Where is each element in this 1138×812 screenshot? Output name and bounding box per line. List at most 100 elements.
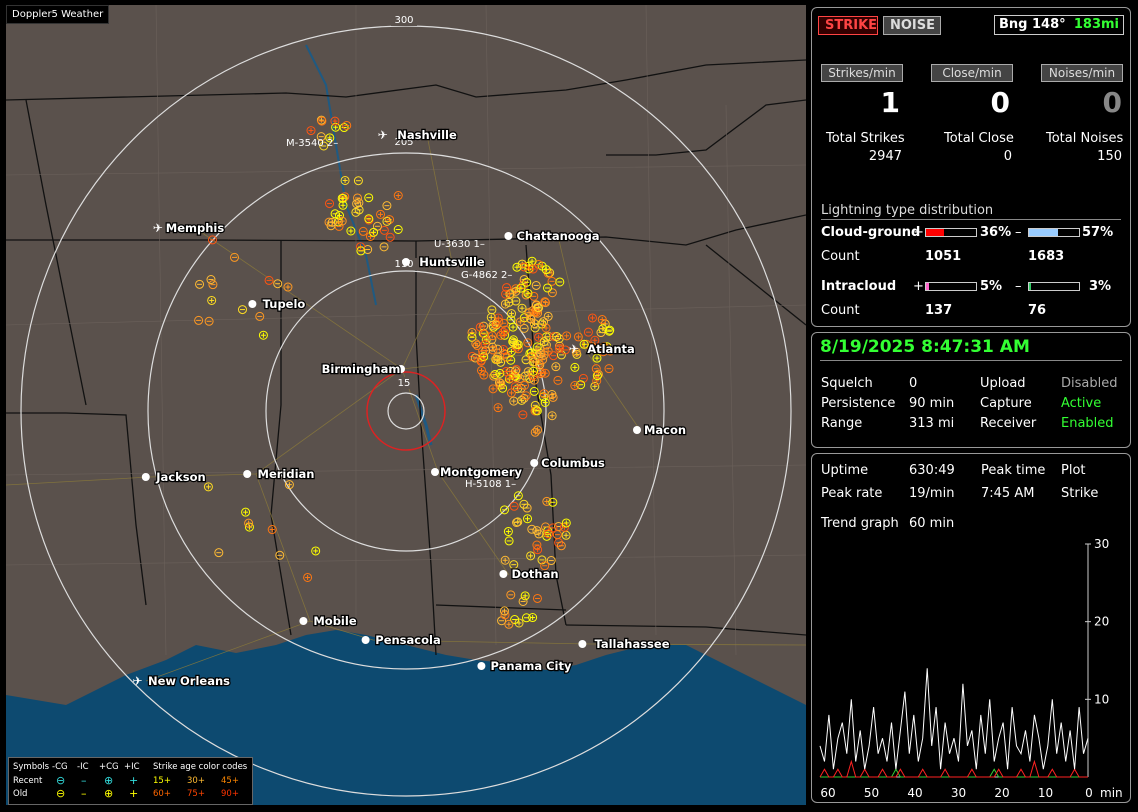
age-15: 15+	[153, 776, 171, 786]
distance-value: 183mi	[1073, 17, 1119, 32]
airport-icon: ✈	[132, 674, 142, 688]
persistence-label: Persistence	[821, 396, 896, 411]
age-90: 90+	[221, 789, 239, 799]
peak-rate-label: Peak rate	[821, 486, 883, 501]
city-marker: Birmingham	[320, 361, 405, 377]
strikes-per-min-label: Strikes/min	[821, 64, 903, 82]
city-dot-icon	[299, 617, 308, 625]
city-name: Huntsville	[419, 255, 485, 269]
city-marker: ✈ Atlanta	[569, 341, 636, 358]
trend-x-tick-label: 0	[1085, 786, 1093, 800]
city-name: Mobile	[313, 614, 356, 628]
trend-graph-value: 60 min	[909, 516, 955, 531]
peak-time-label: Peak time	[981, 463, 1046, 478]
city-marker: Montgomery	[431, 464, 524, 480]
noises-per-min-label: Noises/min	[1041, 64, 1123, 82]
city-dot-icon	[530, 459, 539, 467]
close-per-min-value: 0	[990, 86, 1010, 119]
storm-id-label: H-5108 1–	[465, 479, 516, 490]
ic-plus-bar	[925, 282, 977, 291]
city-dot-icon	[504, 232, 513, 240]
trend-x-unit: min	[1100, 786, 1123, 800]
age-60: 60+	[153, 789, 171, 799]
airport-icon: ✈	[153, 221, 163, 235]
city-name: Memphis	[166, 221, 225, 235]
peak-time-value: 7:45 AM	[981, 486, 1035, 501]
total-close-label: Total Close	[944, 131, 1014, 146]
city-name: New Orleans	[148, 674, 230, 688]
total-close-value: 0	[1003, 149, 1012, 164]
cg-plus-percent: 36%	[980, 225, 1012, 240]
age-30: 30+	[187, 776, 205, 786]
city-dot-icon	[243, 470, 252, 478]
cg-minus-bar	[1028, 228, 1080, 237]
range-label: Range	[821, 416, 863, 431]
city-marker: Panama City	[477, 658, 573, 674]
old-pic-symbol: +	[129, 787, 139, 800]
old-nic-symbol: –	[81, 787, 87, 800]
city-dot-icon	[499, 570, 508, 578]
city-name: Dothan	[511, 567, 558, 581]
plot-label: Plot	[1061, 463, 1086, 478]
city-name: Chattanooga	[516, 229, 599, 243]
intracloud-label: Intracloud	[821, 279, 897, 294]
city-name: Macon	[644, 423, 686, 437]
ic-minus-sign: –	[1015, 279, 1022, 294]
capture-label: Capture	[980, 396, 1032, 411]
total-strikes-value: 2947	[868, 149, 902, 164]
city-name: Jackson	[155, 470, 205, 484]
cloud-ground-label: Cloud-ground	[821, 225, 921, 240]
trend-y-tick-label: 30	[1094, 537, 1109, 551]
recent-ncg-symbol: ⊖	[56, 774, 66, 787]
trend-y-tick-label: 10	[1094, 692, 1109, 706]
recent-pic-symbol: +	[129, 774, 139, 787]
trend-x-tick-label: 30	[951, 786, 966, 800]
trend-x-tick-label: 60	[820, 786, 835, 800]
city-dot-icon	[578, 640, 587, 648]
city-dot-icon	[402, 258, 410, 266]
trend-x-tick-label: 20	[994, 786, 1009, 800]
bearing-value: Bng 148°	[999, 17, 1066, 32]
plot-value[interactable]: Strike	[1061, 486, 1098, 501]
close-per-min-label: Close/min	[931, 64, 1013, 82]
noise-button[interactable]: NOISE	[883, 16, 941, 35]
peak-rate-value: 19/min	[909, 486, 955, 501]
radar-map[interactable]: 30020511015 M-3540 2–U-3630 1–G-4862 2–H…	[6, 5, 806, 805]
city-dot-icon	[633, 426, 641, 434]
ic-plus-count: 137	[925, 303, 953, 318]
strike-button[interactable]: STRIKE	[818, 16, 878, 35]
legend-symbols-label: Symbols	[13, 762, 50, 772]
trend-panel: Uptime 630:49 Peak time Plot Peak rate 1…	[811, 453, 1131, 803]
distribution-title: Lightning type distribution	[821, 203, 994, 218]
city-marker: Chattanooga	[504, 228, 601, 244]
ic-plus-sign: +	[913, 279, 924, 294]
cg-minus-sign: –	[1015, 225, 1022, 240]
legend-header-ncg: -CG	[52, 762, 68, 772]
trend-x-tick-label: 50	[864, 786, 879, 800]
legend-header-pic: +IC	[124, 762, 140, 772]
legend-old-label: Old	[13, 789, 28, 799]
trend-strikes-series	[819, 668, 1089, 770]
trend-x-tick-label: 10	[1038, 786, 1053, 800]
city-dot-icon	[248, 300, 257, 308]
status-panel: 8/19/2025 8:47:31 AM Squelch 0 Upload Di…	[811, 332, 1131, 448]
city-dot-icon	[477, 662, 486, 670]
ic-minus-bar	[1028, 282, 1080, 291]
current-datetime: 8/19/2025 8:47:31 AM	[820, 337, 1030, 357]
cg-minus-count: 1683	[1028, 249, 1065, 264]
city-name: Columbus	[541, 456, 605, 470]
ic-plus-percent: 5%	[980, 279, 1003, 294]
age-45: 45+	[221, 776, 239, 786]
distribution-divider	[821, 219, 1121, 220]
recent-nic-symbol: –	[81, 774, 87, 787]
receiver-value: Enabled	[1061, 416, 1114, 431]
noises-per-min-value: 0	[1102, 86, 1122, 119]
storm-id-label: M-3540 2–	[286, 138, 338, 149]
cg-plus-count: 1051	[925, 249, 962, 264]
old-pcg-symbol: ⊕	[104, 787, 114, 800]
recent-pcg-symbol: ⊕	[104, 774, 114, 787]
city-name: Tupelo	[263, 297, 306, 311]
age-75: 75+	[187, 789, 205, 799]
city-marker: ✈ New Orleans	[132, 673, 231, 690]
legend-age-header: Strike age color codes	[153, 762, 248, 772]
